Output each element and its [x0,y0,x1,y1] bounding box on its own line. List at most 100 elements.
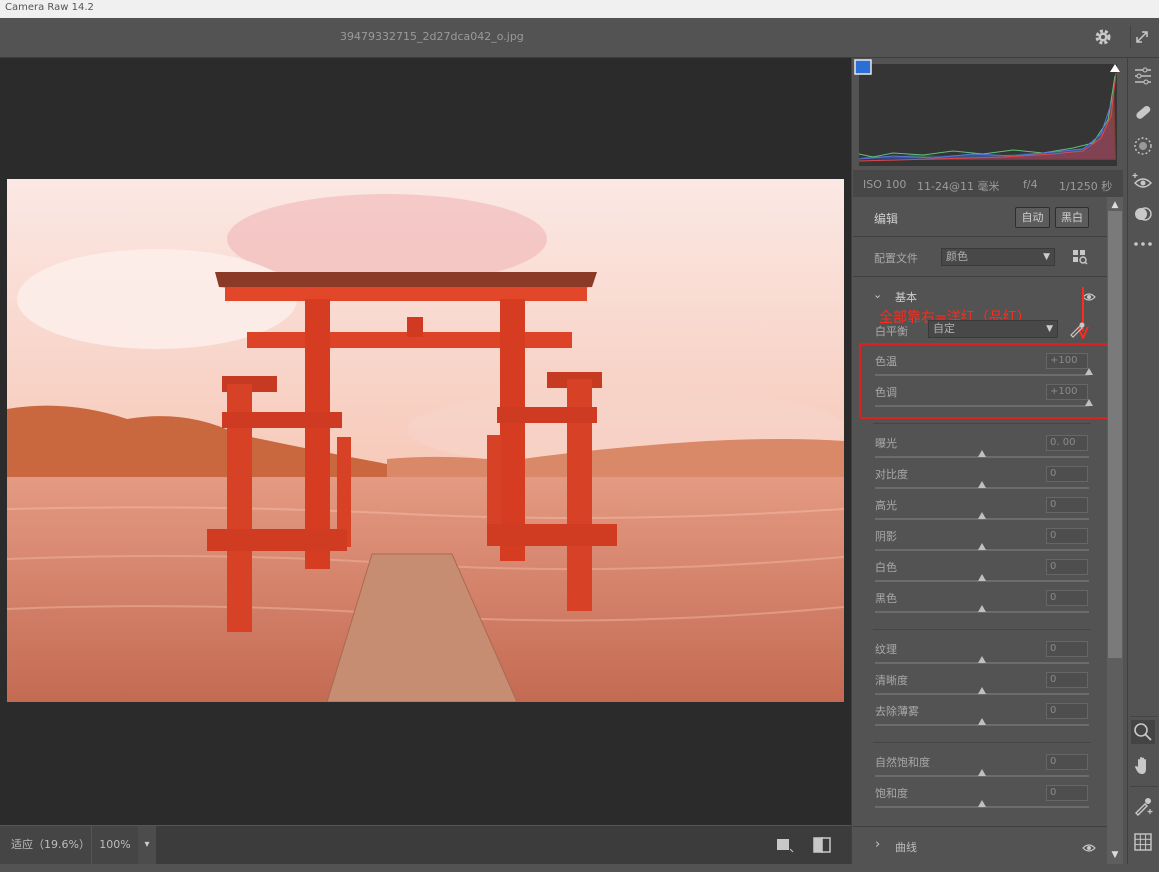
slider-thumb-saturation[interactable] [978,800,986,807]
before-after-icon[interactable] [813,837,831,853]
scrollbar-thumb[interactable] [1108,211,1122,658]
curves-section-header[interactable]: › 曲线 [853,826,1107,864]
auto-button[interactable]: 自动 [1015,207,1050,228]
divider [873,742,1091,743]
scroll-down-icon[interactable]: ▼ [1108,849,1122,861]
slider-label-contrast: 对比度 [875,468,908,481]
exif-info: ISO 100 11-24@11 毫米 f/4 1/1250 秒 [853,170,1123,197]
more-icon[interactable] [1131,232,1155,256]
exif-aperture: f/4 [1023,178,1038,191]
chevron-down-icon[interactable]: ▾ [138,826,156,864]
bottom-bar: 适应（19.6%） 100% ▾ [0,825,851,864]
slider-label-highlights: 高光 [875,499,897,512]
slider-value-clarity[interactable]: 0 [1046,672,1088,688]
edit-title: 编辑 [874,212,899,226]
wb-select[interactable]: 自定 ▼ [928,320,1058,338]
slider-value-saturation[interactable]: 0 [1046,785,1088,801]
wb-eyedropper-icon[interactable] [1068,320,1086,338]
slider-value-exposure[interactable]: 0. 00 [1046,435,1088,451]
chevron-down-icon: ▼ [1046,324,1053,334]
slider-thumb-blacks[interactable] [978,605,986,612]
profile-label: 配置文件 [874,252,918,265]
basic-title: 基本 [895,291,917,304]
divider [873,423,1091,424]
exif-shutter: 1/1250 秒 [1059,180,1113,193]
presets-icon[interactable] [1131,202,1155,226]
single-view-icon[interactable] [776,837,794,853]
bw-button[interactable]: 黑白 [1055,207,1089,228]
grid-icon[interactable] [1131,830,1155,854]
zoom-100-button[interactable]: 100% [92,826,138,864]
slider-label-shadows: 阴影 [875,530,897,543]
slider-label-dehaze: 去除薄雾 [875,705,919,718]
slider-label-exposure: 曝光 [875,437,897,450]
slider-thumb-exposure[interactable] [978,450,986,457]
divider [1130,786,1158,787]
slider-value-highlights[interactable]: 0 [1046,497,1088,513]
slider-label-saturation: 饱和度 [875,787,908,800]
shadow-clipping-icon[interactable] [854,59,872,75]
basic-section-header[interactable]: ⌄ 基本 [853,286,1107,308]
wb-value: 自定 [933,322,955,335]
slider-thumb-shadows[interactable] [978,543,986,550]
profile-row: 配置文件 颜色 ▼ [853,237,1107,277]
profile-select[interactable]: 颜色 ▼ [941,248,1055,266]
image-canvas[interactable] [0,58,851,825]
slider-label-whites: 白色 [875,561,897,574]
chevron-right-icon: › [875,837,881,852]
mask-icon[interactable] [1131,134,1155,158]
slider-label-clarity: 清晰度 [875,674,908,687]
slider-thumb-texture[interactable] [978,656,986,663]
photo-preview [7,179,844,702]
fullscreen-icon[interactable] [1130,26,1152,48]
slider-value-texture[interactable]: 0 [1046,641,1088,657]
slider-track-tint[interactable] [875,405,1089,407]
slider-value-contrast[interactable]: 0 [1046,466,1088,482]
slider-value-tint[interactable]: +100 [1046,384,1088,400]
status-strip [0,864,1159,872]
slider-thumb-clarity[interactable] [978,687,986,694]
chevron-down-icon: ▼ [1043,252,1050,262]
window-title-bar: Camera Raw 14.2 [0,0,1159,18]
curves-title: 曲线 [895,841,917,854]
scroll-up-icon[interactable]: ▲ [1108,199,1122,211]
zoom-icon[interactable] [1131,720,1155,744]
divider [873,629,1091,630]
eye-icon[interactable] [1082,842,1096,852]
hand-icon[interactable] [1131,754,1155,778]
slider-thumb-whites[interactable] [978,574,986,581]
slider-value-whites[interactable]: 0 [1046,559,1088,575]
slider-label-blacks: 黑色 [875,592,897,605]
divider [1130,716,1158,717]
profile-browser-icon[interactable] [1072,249,1088,265]
slider-value-shadows[interactable]: 0 [1046,528,1088,544]
slider-value-dehaze[interactable]: 0 [1046,703,1088,719]
slider-thumb-temp[interactable] [1085,368,1093,375]
slider-thumb-contrast[interactable] [978,481,986,488]
slider-track-temp[interactable] [875,374,1089,376]
color-sampler-icon[interactable] [1131,794,1155,818]
slider-thumb-vibrance[interactable] [978,769,986,776]
healing-icon[interactable] [1131,100,1155,124]
fit-zoom-button[interactable]: 适应（19.6%） [0,826,92,864]
slider-thumb-tint[interactable] [1085,399,1093,406]
slider-value-temp[interactable]: +100 [1046,353,1088,369]
exif-focal: 11-24@11 毫米 [917,180,1000,193]
profile-value: 颜色 [946,250,968,263]
slider-value-blacks[interactable]: 0 [1046,590,1088,606]
window-title: Camera Raw 14.2 [5,2,94,13]
chevron-down-icon: ⌄ [873,288,883,301]
slider-thumb-dehaze[interactable] [978,718,986,725]
gear-icon[interactable] [1092,26,1114,48]
slider-thumb-highlights[interactable] [978,512,986,519]
edit-header: 编辑 自动 黑白 [853,197,1107,237]
edit-sliders-icon[interactable] [1131,64,1155,88]
slider-label-vibrance: 自然饱和度 [875,756,930,769]
histogram [853,58,1123,170]
slider-label-tint: 色调 [875,386,897,399]
filename-label: 39479332715_2d27dca042_o.jpg [340,30,524,43]
slider-value-vibrance[interactable]: 0 [1046,754,1088,770]
top-bar: 39479332715_2d27dca042_o.jpg [0,18,1159,58]
slider-label-texture: 纹理 [875,643,897,656]
redeye-icon[interactable] [1131,170,1155,194]
